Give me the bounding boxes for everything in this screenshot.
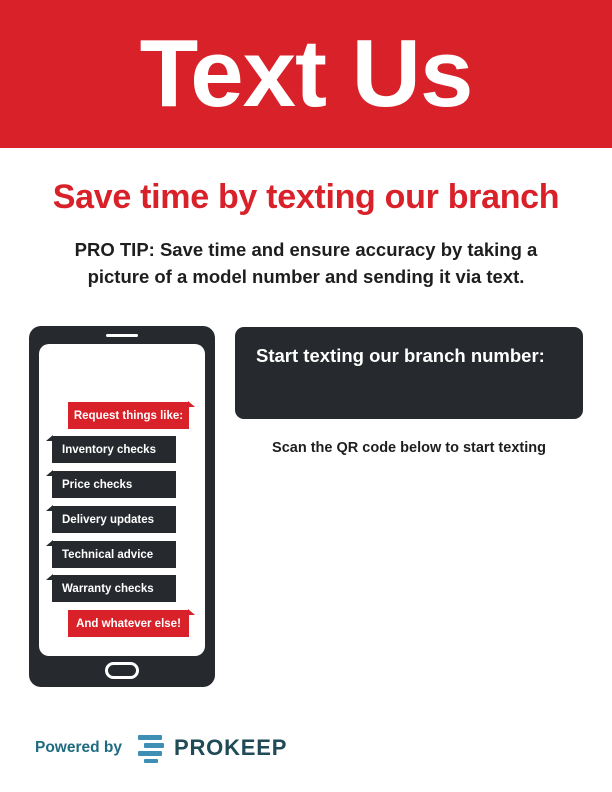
message-bubble-delivery: Delivery updates — [46, 505, 176, 533]
subheading: Save time by texting our branch — [52, 178, 560, 216]
page-title: Text Us — [139, 20, 474, 127]
message-bubble-warranty: Warranty checks — [46, 574, 176, 602]
message-text: Technical advice — [62, 548, 154, 561]
message-text: Request things like: — [73, 409, 184, 422]
phone-illustration: Request things like: Inventory checks Pr… — [29, 326, 215, 687]
prokeep-logo-icon — [138, 735, 164, 763]
header-banner: Text Us — [0, 0, 612, 148]
message-bubble-price: Price checks — [46, 470, 176, 498]
phone-speaker — [106, 334, 138, 337]
branch-number-box: Start texting our branch number: — [235, 327, 583, 419]
message-text: Price checks — [62, 478, 133, 491]
message-text: Delivery updates — [62, 513, 155, 526]
message-bubble-technical: Technical advice — [46, 540, 176, 568]
bubble-tail — [46, 574, 53, 580]
bubble-tail — [46, 435, 53, 441]
branch-number-heading: Start texting our branch number: — [256, 345, 545, 366]
pro-tip-line-2: picture of a model number and sending it… — [87, 266, 525, 287]
phone-home-button — [105, 662, 139, 679]
bubble-tail — [46, 470, 53, 476]
message-text: And whatever else! — [76, 617, 181, 630]
pro-tip: PRO TIP: Save time and ensure accuracy b… — [30, 236, 582, 290]
bubble-tail — [188, 609, 195, 615]
prokeep-logo: PROKEEP — [136, 733, 287, 763]
powered-by-label: Powered by — [35, 739, 122, 756]
bubble-tail — [188, 401, 195, 407]
phone-screen: Request things like: Inventory checks Pr… — [39, 344, 205, 656]
pro-tip-line-1: PRO TIP: Save time and ensure accuracy b… — [74, 239, 538, 260]
message-bubble-request: Request things like: — [68, 401, 195, 429]
qr-instruction: Scan the QR code below to start texting — [272, 440, 546, 456]
bubble-tail — [46, 540, 53, 546]
message-text: Warranty checks — [62, 582, 154, 595]
prokeep-wordmark: PROKEEP — [174, 735, 288, 760]
message-text: Inventory checks — [62, 443, 156, 456]
message-bubble-whatever: And whatever else! — [68, 609, 195, 637]
bubble-tail — [46, 505, 53, 511]
footer: Powered by PROKEEP — [35, 730, 287, 766]
message-bubble-inventory: Inventory checks — [46, 435, 176, 463]
